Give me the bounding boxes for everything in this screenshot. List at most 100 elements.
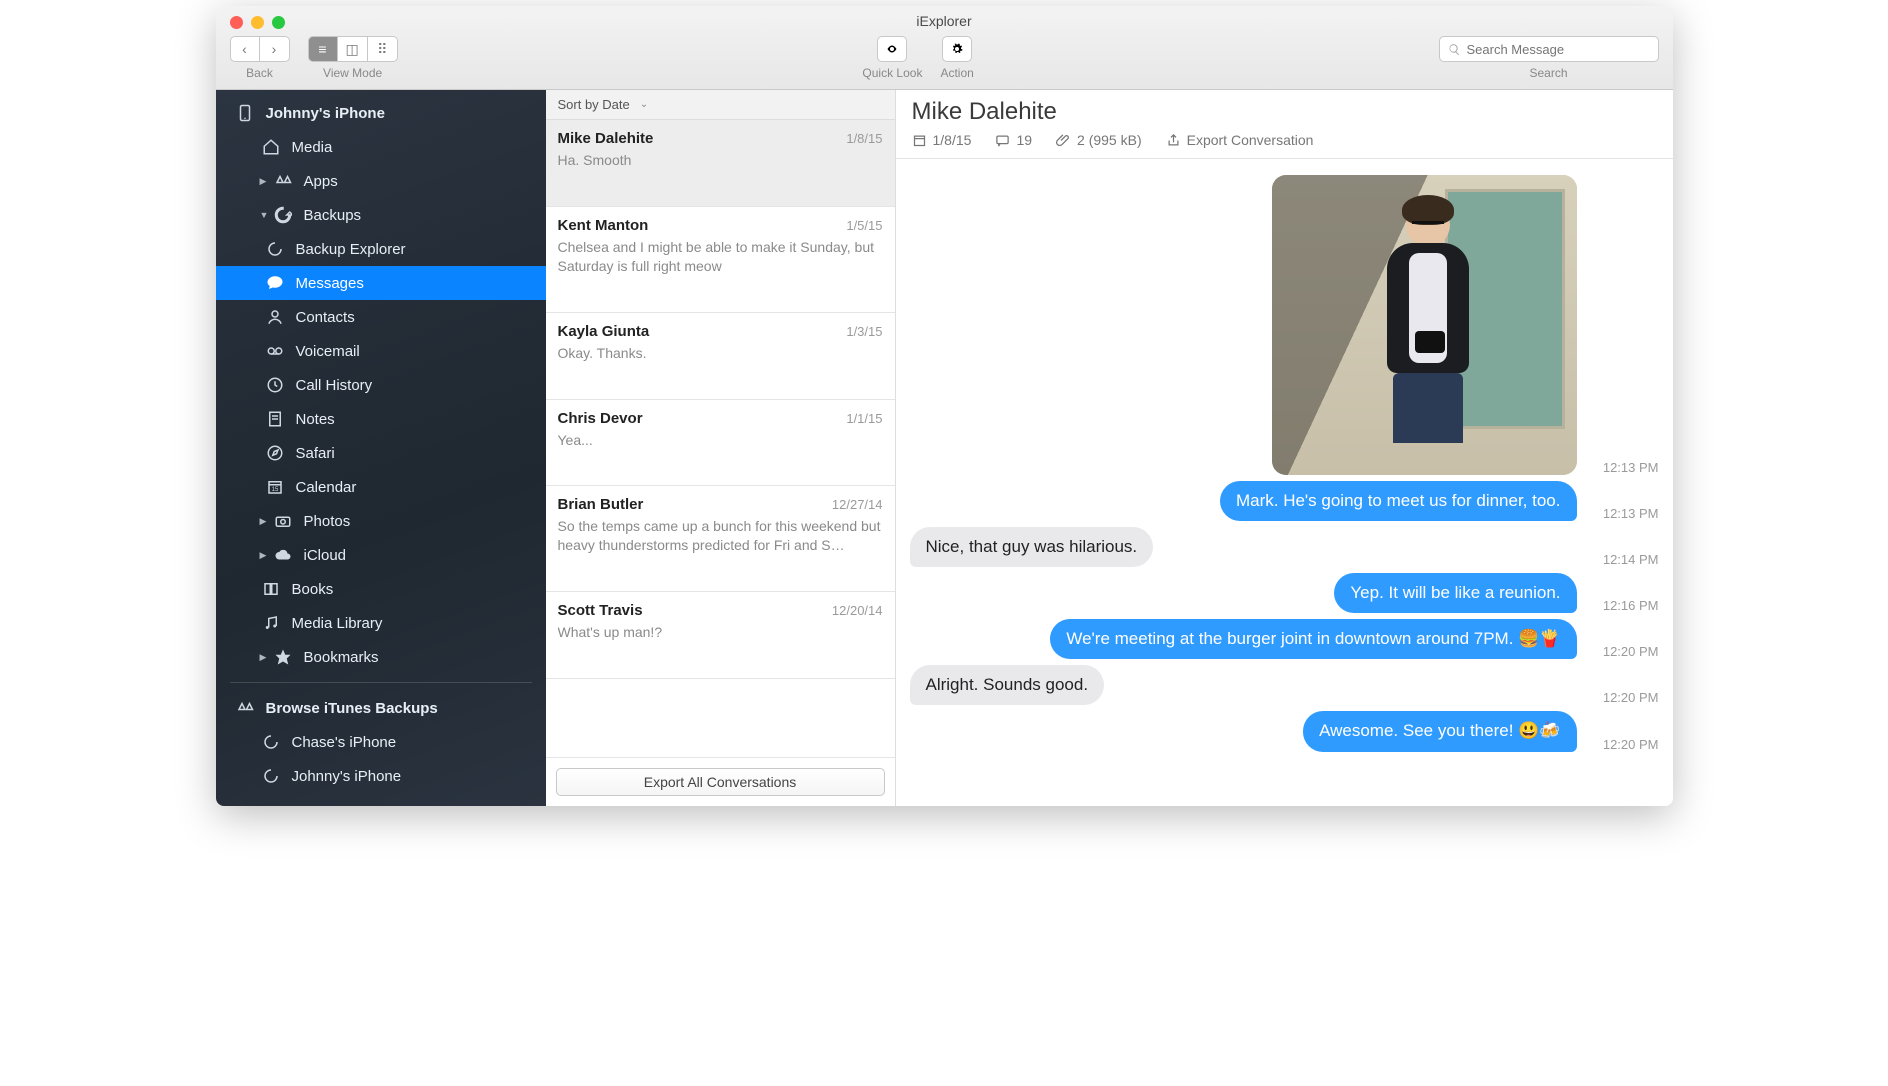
sidebar-item-books[interactable]: Books	[216, 572, 546, 606]
sidebar-item-calendar[interactable]: 15 Calendar	[216, 470, 546, 504]
conversation-item[interactable]: Kent Manton1/5/15Chelsea and I might be …	[546, 207, 895, 313]
conversation-pane: Mike Dalehite 1/8/15 19 2 (995 kB) Expor…	[896, 90, 1673, 806]
nav-label: Back	[246, 66, 273, 80]
conv-preview: Yea...	[558, 431, 883, 450]
search-field[interactable]	[1439, 36, 1659, 62]
message-row: We're meeting at the burger joint in dow…	[910, 619, 1659, 659]
sidebar-item-voicemail[interactable]: Voicemail	[216, 334, 546, 368]
message-time: 12:20 PM	[1585, 737, 1659, 752]
sort-dropdown[interactable]: Sort by Date ⌄	[546, 90, 895, 120]
sidebar-item-apps[interactable]: ▶Apps	[216, 164, 546, 198]
svg-text:15: 15	[271, 487, 278, 493]
disclosure-icon: ▶	[260, 652, 270, 663]
message-bubble[interactable]: Awesome. See you there! 😃🍻	[1303, 711, 1576, 751]
conversation-item[interactable]: Brian Butler 12/27/14 So the temps came up…	[546, 486, 895, 592]
sidebar-item-media-library[interactable]: Media Library	[216, 606, 546, 640]
conv-preview: So the temps came up a bunch for this we…	[558, 517, 883, 555]
message-bubble[interactable]: Mark. He's going to meet us for dinner, …	[1220, 481, 1577, 521]
conversation-attachments: 2 (995 kB)	[1056, 132, 1142, 148]
sidebar-browse-backups[interactable]: Browse iTunes Backups	[216, 691, 546, 725]
chevron-down-icon: ⌄	[640, 99, 648, 110]
calendar-icon	[912, 133, 927, 148]
sidebar-item-photos[interactable]: ▶Photos	[216, 504, 546, 538]
sidebar-item-contacts[interactable]: Contacts	[216, 300, 546, 334]
nav-back-button[interactable]: ‹	[230, 36, 260, 62]
message-time: 12:14 PM	[1585, 552, 1659, 567]
sidebar-item-notes[interactable]: Notes	[216, 402, 546, 436]
conversation-item[interactable]: Chris Devor1/1/15Yea...	[546, 400, 895, 487]
conv-name: Kayla Giunta	[558, 323, 650, 340]
conv-date: 1/3/15	[846, 324, 882, 339]
sidebar-item-label: Johnny's iPhone	[292, 768, 402, 785]
message-image[interactable]	[1272, 175, 1577, 475]
zoom-window-button[interactable]	[272, 16, 285, 29]
conv-name: Brian Butler	[558, 496, 644, 513]
backup-icon	[264, 240, 286, 258]
sidebar-item-backup-explorer[interactable]: Backup Explorer	[216, 232, 546, 266]
conversation-item[interactable]: Scott Travis12/20/14What's up man!?	[546, 592, 895, 679]
sort-label: Sort by Date	[558, 97, 630, 112]
conv-preview: Okay. Thanks.	[558, 344, 883, 363]
sidebar-item-media[interactable]: Media	[216, 130, 546, 164]
backup-icon	[272, 206, 294, 224]
minimize-window-button[interactable]	[251, 16, 264, 29]
sidebar-item-label: Chase's iPhone	[292, 734, 397, 751]
conversation-item[interactable]: Mike Dalehite1/8/15Ha. Smooth	[546, 120, 895, 207]
sidebar-item-label: Calendar	[296, 479, 357, 496]
viewmode-list-button[interactable]: ≡	[308, 36, 338, 62]
apps-icon	[234, 699, 256, 717]
close-window-button[interactable]	[230, 16, 243, 29]
conv-name: Scott Travis	[558, 602, 643, 619]
message-bubble[interactable]: We're meeting at the burger joint in dow…	[1050, 619, 1576, 659]
calendar-icon: 15	[264, 478, 286, 496]
sidebar-item-call-history[interactable]: Call History	[216, 368, 546, 402]
home-icon	[260, 138, 282, 156]
viewmode-grid-button[interactable]: ⠿	[368, 36, 398, 62]
message-thread[interactable]: 12:13 PM Mark. He's going to meet us for …	[896, 159, 1673, 806]
contacts-icon	[264, 308, 286, 326]
conversation-msg-count: 19	[995, 132, 1032, 148]
disclosure-icon: ▼	[260, 210, 270, 220]
sidebar-backup-device[interactable]: Johnny's iPhone	[216, 759, 546, 793]
sidebar-device[interactable]: Johnny's iPhone	[216, 96, 546, 130]
sidebar-item-backups[interactable]: ▼Backups	[216, 198, 546, 232]
search-input[interactable]	[1467, 42, 1650, 57]
sidebar-item-label: Call History	[296, 377, 373, 394]
message-time: 12:13 PM	[1585, 460, 1659, 475]
message-icon	[995, 133, 1010, 148]
sidebar-item-label: Media Library	[292, 615, 383, 632]
export-all-button[interactable]: Export All Conversations	[556, 768, 885, 796]
nav-forward-button[interactable]: ›	[260, 36, 290, 62]
conversation-list: Sort by Date ⌄ Mike Dalehite1/8/15Ha. Sm…	[546, 90, 896, 806]
conversation-item[interactable]: Kayla Giunta 1/3/15 Okay. Thanks.	[546, 313, 895, 400]
message-bubble[interactable]: Yep. It will be like a reunion.	[1334, 573, 1576, 613]
quicklook-button[interactable]	[877, 36, 907, 62]
message-row: 12:13 PM	[910, 175, 1659, 475]
sidebar-item-label: iCloud	[304, 547, 347, 564]
conv-date: 12/27/14	[832, 497, 883, 512]
sidebar-item-icloud[interactable]: ▶iCloud	[216, 538, 546, 572]
music-icon	[260, 614, 282, 632]
conv-preview: What's up man!?	[558, 623, 883, 642]
apps-icon	[272, 172, 294, 190]
sidebar-item-label: Apps	[304, 173, 338, 190]
notes-icon	[264, 410, 286, 428]
sidebar-item-label: Photos	[304, 513, 351, 530]
search-label: Search	[1529, 66, 1567, 80]
sidebar-item-bookmarks[interactable]: ▶Bookmarks	[216, 640, 546, 674]
conv-date: 1/8/15	[846, 131, 882, 146]
action-button[interactable]	[942, 36, 972, 62]
sidebar-item-label: Voicemail	[296, 343, 360, 360]
messages-icon	[264, 274, 286, 292]
paperclip-icon	[1056, 133, 1071, 148]
sidebar-backup-device[interactable]: Chase's iPhone	[216, 725, 546, 759]
message-bubble[interactable]: Alright. Sounds good.	[910, 665, 1105, 705]
export-conversation-button[interactable]: Export Conversation	[1166, 132, 1314, 148]
message-bubble[interactable]: Nice, that guy was hilarious.	[910, 527, 1154, 567]
viewmode-columns-button[interactable]: ◫	[338, 36, 368, 62]
clock-icon	[264, 376, 286, 394]
sidebar-item-safari[interactable]: Safari	[216, 436, 546, 470]
sidebar-item-label: Contacts	[296, 309, 355, 326]
star-icon	[272, 648, 294, 666]
sidebar-item-messages[interactable]: Messages	[216, 266, 546, 300]
